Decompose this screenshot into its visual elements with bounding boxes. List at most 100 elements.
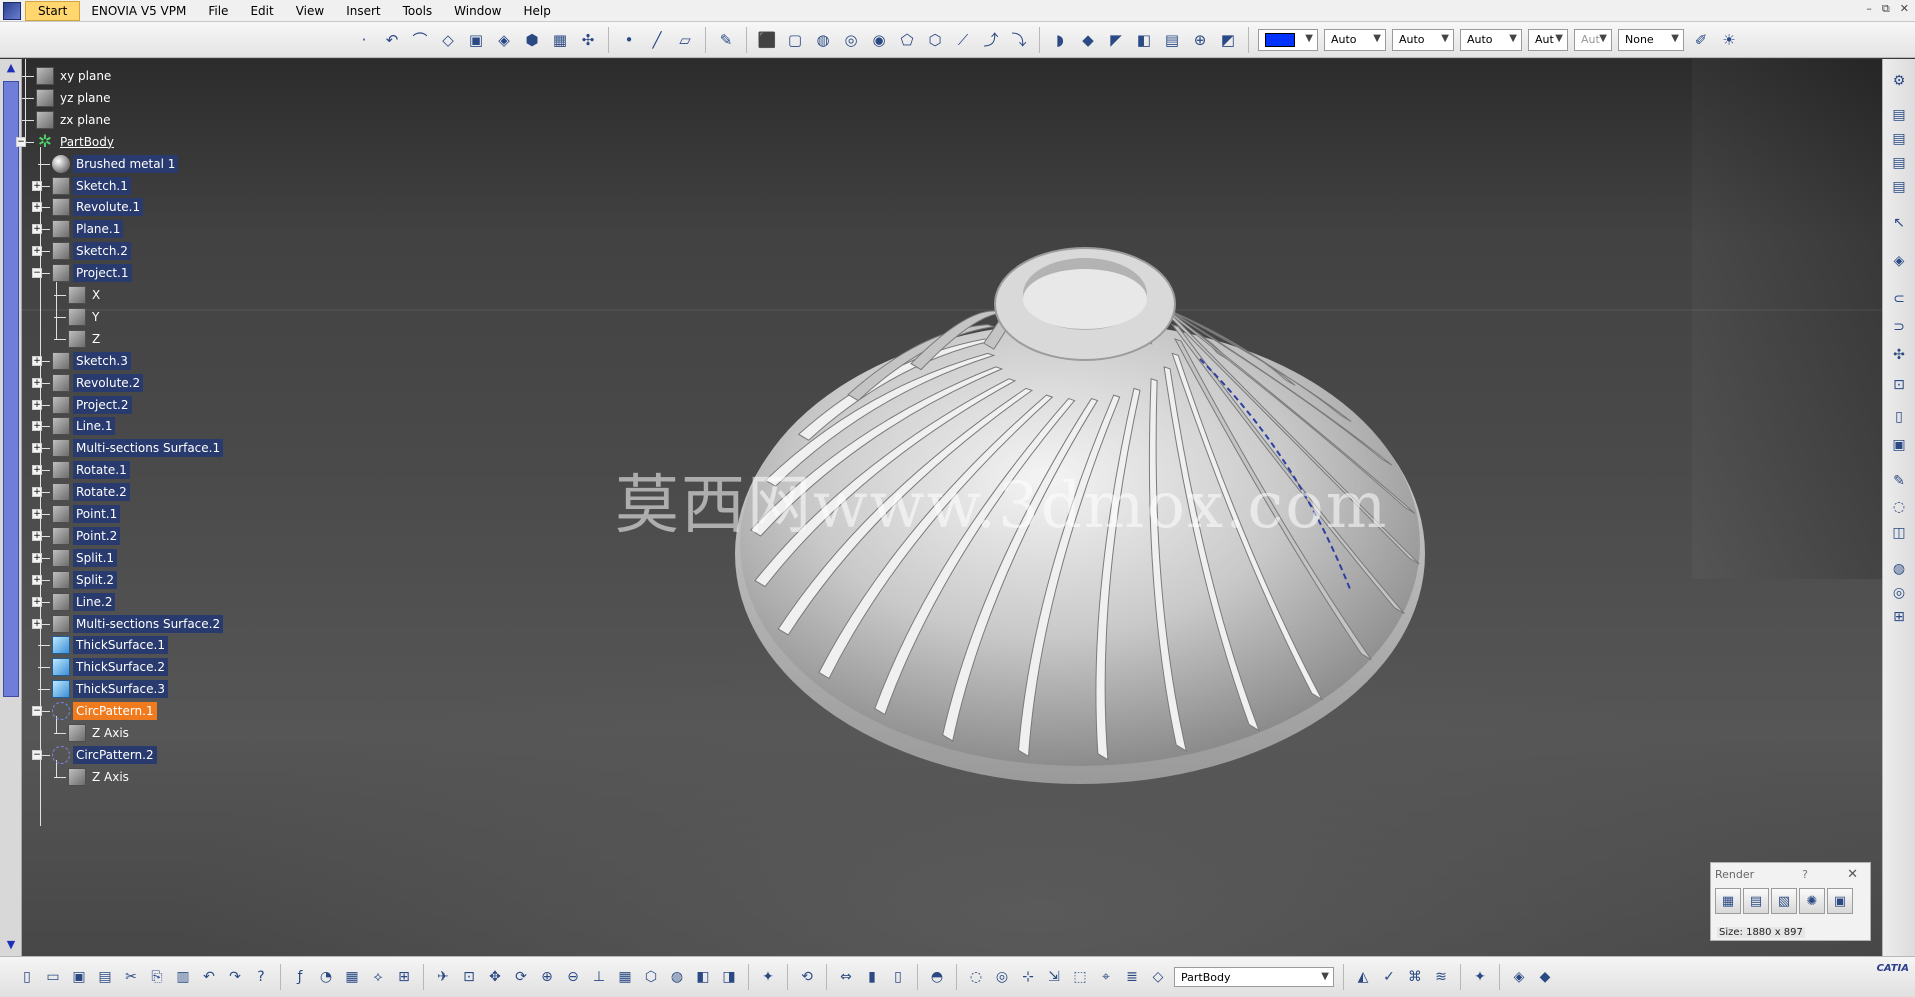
rib-icon[interactable]: ⬠: [895, 28, 919, 52]
check-icon[interactable]: ✓: [1378, 966, 1400, 988]
tree-item[interactable]: + Split.1: [32, 547, 118, 569]
fit-all-icon[interactable]: ⊡: [458, 966, 480, 988]
layer-icon[interactable]: ◫: [1887, 521, 1911, 545]
tree-expander-icon[interactable]: +: [32, 399, 42, 410]
doc-icon-1[interactable]: ▤: [1887, 103, 1911, 127]
pan-icon[interactable]: ✥: [484, 966, 506, 988]
save-render-icon[interactable]: ▣: [1827, 888, 1853, 914]
tree-item[interactable]: + Line.1: [32, 415, 116, 437]
tree-item[interactable]: + Sketch.3: [32, 350, 131, 372]
render-close-icon[interactable]: ✕: [1847, 867, 1858, 882]
render-shooting-icon[interactable]: ▤: [1743, 888, 1769, 914]
remove-face-icon[interactable]: ◩: [1216, 28, 1240, 52]
current-body-select[interactable]: PartBody ▼: [1174, 967, 1334, 987]
paste-icon[interactable]: ▥: [172, 966, 194, 988]
analysis-icon[interactable]: ⟡: [367, 966, 389, 988]
tools-icon[interactable]: ⊃: [1887, 315, 1911, 339]
normal-view-icon[interactable]: ⊥: [588, 966, 610, 988]
render-scene-icon[interactable]: ▦: [1715, 888, 1741, 914]
tree-expander-icon[interactable]: +: [32, 377, 42, 388]
render-image-icon[interactable]: ▧: [1771, 888, 1797, 914]
tree-item[interactable]: xy plane: [36, 65, 114, 87]
tree-item[interactable]: ThickSurface.1: [52, 634, 168, 656]
restore-icon[interactable]: ⧉: [1882, 2, 1890, 16]
color-select[interactable]: ▼: [1258, 28, 1318, 51]
fly-mode-icon[interactable]: ✈: [432, 966, 454, 988]
arc-tool-icon[interactable]: ⌒: [408, 28, 432, 52]
tree-item[interactable]: + Rotate.2: [32, 481, 130, 503]
chat-icon[interactable]: ◌: [1887, 495, 1911, 519]
layers-icon[interactable]: ≣: [1121, 966, 1143, 988]
revolve-tool-icon[interactable]: ◈: [492, 28, 516, 52]
menu-file[interactable]: File: [197, 0, 239, 22]
point-tool-icon[interactable]: ·: [352, 28, 376, 52]
tree-expander-icon[interactable]: −: [16, 136, 26, 147]
scroll-down-icon[interactable]: ▼: [2, 938, 20, 954]
tree-item[interactable]: ThickSurface.3: [52, 678, 168, 700]
thickness-icon[interactable]: ▤: [1160, 28, 1184, 52]
tree-item[interactable]: + Sketch.2: [32, 240, 131, 262]
magnet-icon[interactable]: ⊂: [1887, 287, 1911, 311]
open-file-icon[interactable]: ▭: [42, 966, 64, 988]
formula-icon[interactable]: ƒ: [289, 966, 311, 988]
constraint-icon[interactable]: ✣: [1887, 343, 1911, 367]
tree-expander-icon[interactable]: +: [32, 465, 42, 476]
line-thickness-select[interactable]: Auto ▼: [1392, 28, 1454, 51]
compass-tool-icon[interactable]: ✣: [576, 28, 600, 52]
cube-view-icon[interactable]: ⬚: [1069, 966, 1091, 988]
plane-tool-icon[interactable]: ◇: [436, 28, 460, 52]
iso-view-icon[interactable]: ⬡: [640, 966, 662, 988]
zoom-area-icon[interactable]: ⊡: [1887, 373, 1911, 397]
zoom-in-icon[interactable]: ⊕: [536, 966, 558, 988]
painter-icon[interactable]: ✐: [1689, 28, 1713, 52]
menu-enovia[interactable]: ENOVIA V5 VPM: [80, 0, 197, 22]
hole-icon[interactable]: ◉: [867, 28, 891, 52]
settings-icon[interactable]: ⚙: [1887, 69, 1911, 93]
dimension-icon[interactable]: ⇲: [1043, 966, 1065, 988]
tree-item[interactable]: + Revolute.2: [32, 372, 144, 394]
tree-item[interactable]: + Plane.1: [32, 218, 124, 240]
work-object-icon[interactable]: ◇: [1147, 966, 1169, 988]
tree-expander-icon[interactable]: +: [32, 421, 42, 432]
groove-icon[interactable]: ◎: [839, 28, 863, 52]
snap-icon[interactable]: ⌖: [1095, 966, 1117, 988]
tree-expander-icon[interactable]: −: [32, 268, 42, 279]
point-type-select[interactable]: Aut ▼: [1528, 28, 1568, 51]
measure-icon[interactable]: ⊞: [393, 966, 415, 988]
tree-item[interactable]: zx plane: [36, 109, 114, 131]
thread-icon[interactable]: ⊕: [1188, 28, 1212, 52]
join-tool-icon[interactable]: ⬢: [520, 28, 544, 52]
tree-item[interactable]: + Revolute.1: [32, 196, 144, 218]
layer-tool-icon[interactable]: ◈: [1508, 966, 1530, 988]
render-help-button[interactable]: ?: [1802, 868, 1808, 881]
tree-item[interactable]: + Multi-sections Surface.1: [32, 437, 224, 459]
doc-icon-4[interactable]: ▤: [1887, 175, 1911, 199]
pocket-icon[interactable]: ▢: [783, 28, 807, 52]
doc-icon-2[interactable]: ▤: [1887, 127, 1911, 151]
minimize-icon[interactable]: –: [1866, 2, 1872, 16]
menu-window[interactable]: Window: [443, 0, 512, 22]
extrude-tool-icon[interactable]: ▣: [464, 28, 488, 52]
bottle-icon[interactable]: ▯: [887, 966, 909, 988]
tree-item[interactable]: X: [68, 284, 103, 306]
tree-item[interactable]: + Point.1: [32, 503, 121, 525]
whats-this-icon[interactable]: ?: [250, 966, 272, 988]
tree-expander-icon[interactable]: +: [32, 552, 42, 563]
render-light-icon[interactable]: ✺: [1799, 888, 1825, 914]
connect-icon[interactable]: ⌘: [1404, 966, 1426, 988]
draft-icon[interactable]: ◤: [1104, 28, 1128, 52]
fillet-icon[interactable]: ◗: [1048, 28, 1072, 52]
tree-item[interactable]: ThickSurface.2: [52, 656, 168, 678]
tree-item[interactable]: Z Axis: [68, 766, 132, 788]
menu-help[interactable]: Help: [513, 0, 562, 22]
blank-doc-icon[interactable]: ▯: [1887, 405, 1911, 429]
sketch-analysis-icon[interactable]: ✦: [757, 966, 779, 988]
parallelogram-icon[interactable]: ▱: [673, 28, 697, 52]
tree-item[interactable]: − CircPattern.1: [32, 700, 157, 722]
map-icon[interactable]: ◎: [1887, 581, 1911, 605]
menu-insert[interactable]: Insert: [335, 0, 391, 22]
lock-icon[interactable]: ▮: [861, 966, 883, 988]
tree-expander-icon[interactable]: +: [32, 246, 42, 257]
tree-item[interactable]: Brushed metal 1: [52, 153, 179, 175]
tree-expander-icon[interactable]: +: [32, 443, 42, 454]
